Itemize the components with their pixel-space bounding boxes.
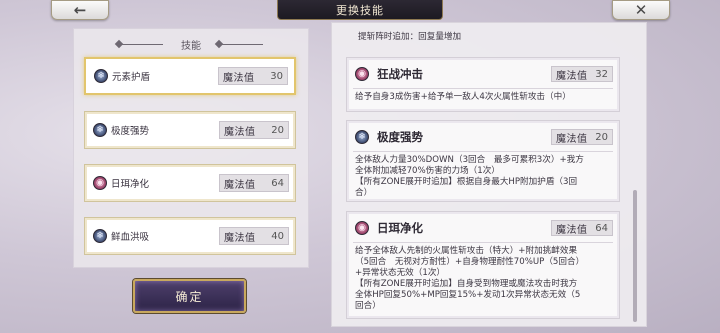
card-header: ◉ 狂战冲击 魔法值 32 bbox=[347, 64, 619, 84]
skill-slot-name: 日珥净化 bbox=[111, 179, 150, 190]
blood-rune-icon: ❄ bbox=[93, 229, 107, 243]
close-button[interactable]: ✕ bbox=[612, 0, 670, 20]
skill-card-desc: 给予全体敌人先制的火属性斩攻击（特大）+附加挑衅效果 （5回合 无视对方耐性）+… bbox=[355, 246, 585, 311]
panel-title: 技能 bbox=[181, 40, 201, 52]
top-bar: ← 更换技能 ✕ bbox=[0, 0, 720, 22]
close-icon: ✕ bbox=[634, 1, 648, 19]
mp-cost: 魔法值 20 bbox=[551, 129, 613, 145]
card-header: ❄ 极度强势 魔法值 20 bbox=[347, 127, 619, 147]
mp-cost: 魔法值 64 bbox=[219, 174, 289, 192]
mp-cost: 魔法值 64 bbox=[551, 220, 613, 236]
power-rune-icon: ❄ bbox=[355, 130, 369, 144]
skill-card-2[interactable]: ❄ 极度强势 魔法值 20 全体敌人力量30%DOWN（3回合 最多可累积3次）… bbox=[346, 120, 620, 202]
mp-label: 魔法值 bbox=[223, 72, 255, 84]
skill-slot-2[interactable]: ❄ 极度强势 魔法值 20 bbox=[84, 111, 296, 149]
skill-slot-name: 鲜血洪吸 bbox=[111, 232, 150, 243]
mp-value: 64 bbox=[271, 177, 284, 189]
panel-header: 技能 bbox=[74, 37, 308, 52]
skill-slot-4[interactable]: ❄ 鲜血洪吸 魔法值 40 bbox=[84, 217, 296, 255]
mp-label: 魔法值 bbox=[224, 126, 256, 138]
skill-slot-name: 元素护盾 bbox=[112, 72, 151, 83]
mp-value: 64 bbox=[595, 222, 608, 234]
skill-card-1[interactable]: ◉ 狂战冲击 魔法值 32 给予自身3成伤害+给予单一敌人4次火属性斩攻击（中） bbox=[346, 57, 620, 112]
mp-value: 30 bbox=[270, 70, 283, 82]
solar-rune-icon: ◉ bbox=[355, 221, 369, 235]
skill-card-title: 极度强势 bbox=[377, 130, 423, 144]
scrollbar[interactable] bbox=[633, 190, 637, 322]
divider bbox=[353, 151, 613, 152]
back-button[interactable]: ← bbox=[51, 0, 109, 20]
skill-card-3[interactable]: ◉ 日珥净化 魔法值 64 给予全体敌人先制的火属性斩攻击（特大）+附加挑衅效果… bbox=[346, 211, 620, 319]
mp-label: 魔法值 bbox=[224, 232, 256, 244]
skill-slot-3[interactable]: ◉ 日珥净化 魔法值 64 bbox=[84, 164, 296, 202]
skill-slot-1[interactable]: ❄ 元素护盾 魔法值 30 bbox=[84, 57, 296, 95]
mp-cost: 魔法值 20 bbox=[219, 121, 289, 139]
mp-label: 魔法值 bbox=[556, 133, 588, 145]
power-rune-icon: ❄ bbox=[93, 123, 107, 137]
partial-skill-desc: 提斩阵时追加：回复量增加 bbox=[358, 32, 462, 42]
card-header: ◉ 日珥净化 魔法值 64 bbox=[347, 218, 619, 238]
divider bbox=[353, 242, 613, 243]
skill-card-title: 狂战冲击 bbox=[377, 67, 423, 81]
mp-value: 20 bbox=[595, 131, 608, 143]
mp-label: 魔法值 bbox=[556, 70, 588, 82]
mp-label: 魔法值 bbox=[556, 224, 588, 236]
mp-value: 40 bbox=[271, 230, 284, 242]
confirm-button[interactable]: 确定 bbox=[133, 279, 246, 313]
skill-slot-name: 极度强势 bbox=[111, 126, 150, 137]
ornament-right bbox=[219, 43, 263, 45]
mp-value: 20 bbox=[271, 124, 284, 136]
mp-cost: 魔法值 40 bbox=[219, 227, 289, 245]
divider bbox=[353, 88, 613, 89]
skill-card-desc: 给予自身3成伤害+给予单一敌人4次火属性斩攻击（中） bbox=[355, 92, 571, 102]
mp-cost: 魔法值 32 bbox=[551, 66, 613, 82]
ornament-left bbox=[119, 43, 163, 45]
skill-card-desc: 全体敌人力量30%DOWN（3回合 最多可累积3次）+我方 全体附加减轻70%伤… bbox=[355, 155, 584, 198]
page-title: 更换技能 bbox=[277, 0, 443, 20]
mp-label: 魔法值 bbox=[224, 179, 256, 191]
skill-card-title: 日珥净化 bbox=[377, 221, 423, 235]
solar-rune-icon: ◉ bbox=[93, 176, 107, 190]
shield-rune-icon: ❄ bbox=[94, 69, 108, 83]
berserk-rune-icon: ◉ bbox=[355, 67, 369, 81]
mp-cost: 魔法值 30 bbox=[218, 67, 288, 85]
arrow-left-icon: ← bbox=[73, 1, 87, 19]
mp-value: 32 bbox=[595, 68, 608, 80]
